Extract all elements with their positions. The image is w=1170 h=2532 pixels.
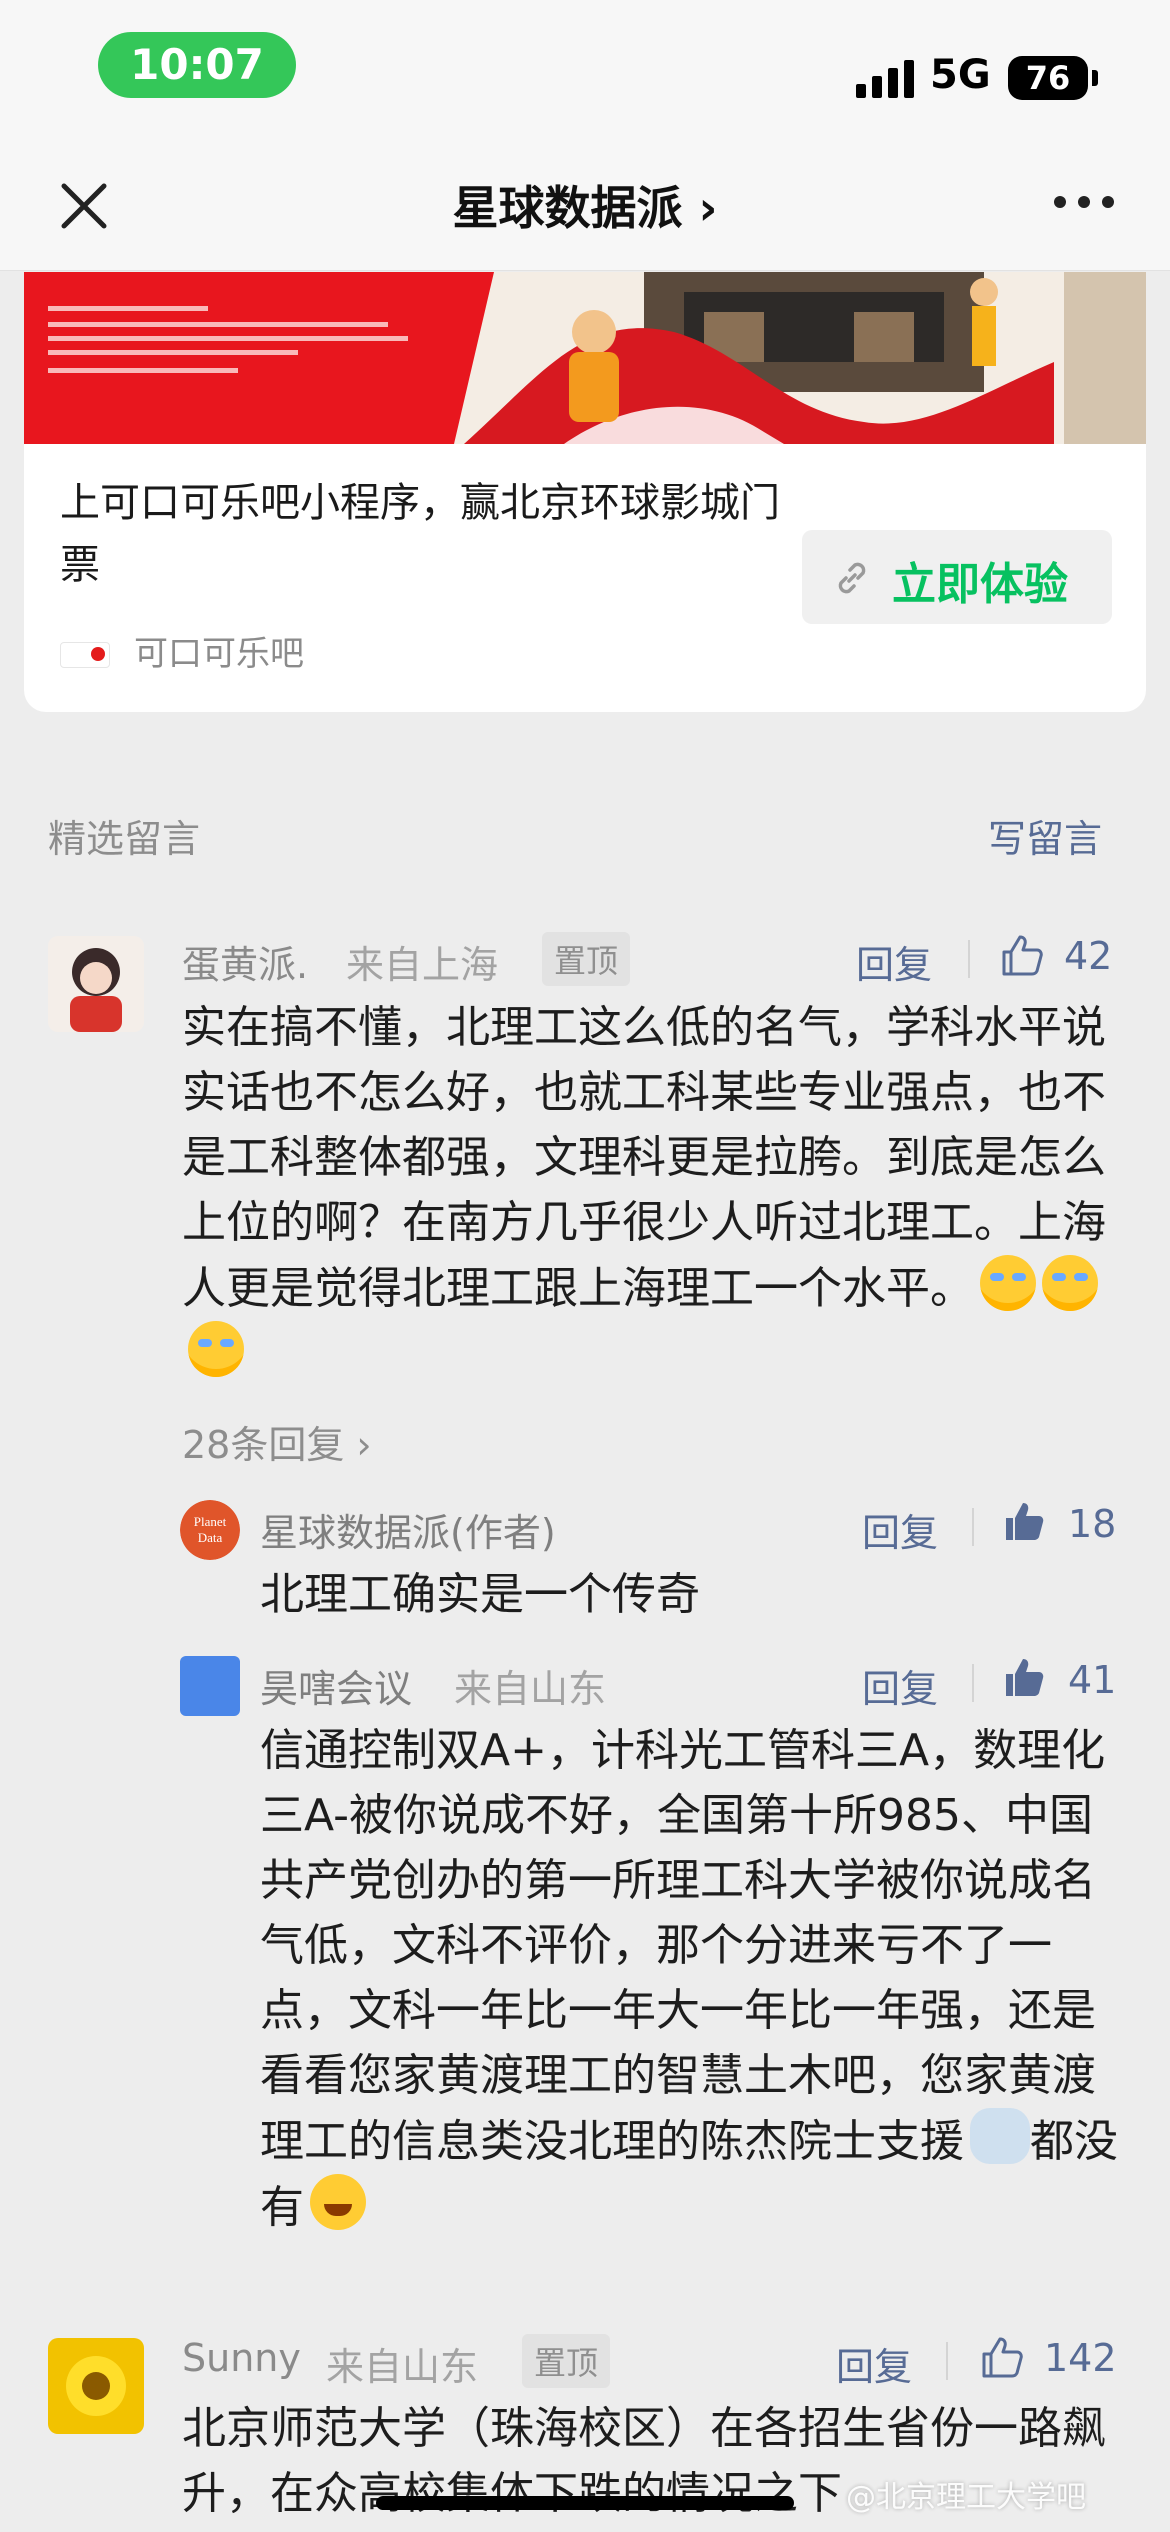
reply-author[interactable]: 星球数据派(作者)	[260, 1502, 556, 1557]
reply-button[interactable]: 回复	[836, 2336, 912, 2391]
author-avatar[interactable]: Planet Data	[180, 1500, 240, 1560]
divider	[972, 1508, 974, 1546]
comment-author[interactable]: 蛋黄派.	[182, 934, 308, 989]
ad-cta-label: 立即体验	[892, 559, 1068, 610]
like-count: 18	[1068, 1502, 1117, 1546]
reply-button[interactable]: 回复	[856, 934, 932, 989]
svg-text:Planet: Planet	[194, 1514, 227, 1529]
like-count: 41	[1068, 1658, 1117, 1702]
ad-banner-image[interactable]	[24, 272, 1146, 444]
reply-text: 信通控制双A+，计科光工管科三A，数理化三A-被你说成不好，全国第十所985、中…	[260, 1725, 1118, 2233]
reply-button[interactable]: 回复	[862, 1502, 938, 1557]
coca-cola-logo-icon	[60, 642, 110, 668]
write-comment-button[interactable]: 写留言	[988, 808, 1102, 863]
battery-tip	[1092, 70, 1098, 86]
reply-button[interactable]: 回复	[862, 1658, 938, 1713]
divider	[946, 2342, 948, 2380]
comment-text: 实在搞不懂，北理工这么低的名气，学科水平说实话也不怎么好，也就工科某些专业强点，…	[182, 995, 1112, 1387]
dash-emoji-icon	[970, 2108, 1030, 2164]
crying-laughing-emoji-icon	[188, 1321, 244, 1377]
home-indicator[interactable]	[376, 2496, 794, 2510]
grinning-emoji-icon	[310, 2174, 366, 2230]
battery-icon: 76	[1008, 56, 1088, 100]
avatar[interactable]	[48, 936, 144, 1032]
network-type: 5G	[930, 52, 991, 98]
ad-source: 可口可乐吧	[134, 634, 304, 674]
featured-comments-title: 精选留言	[48, 817, 201, 861]
watermark: @北京理工大学吧	[846, 2480, 1086, 2515]
comment-author[interactable]: Sunny	[182, 2336, 301, 2380]
divider	[968, 940, 970, 978]
ad-title[interactable]: 上可口可乐吧小程序，赢北京环球影城门票	[60, 472, 780, 596]
divider	[972, 1664, 974, 1702]
pinned-badge: 置顶	[542, 932, 631, 986]
pinned-badge: 置顶	[522, 2334, 611, 2388]
reply-count-link[interactable]: 28条回复 ›	[182, 1414, 372, 1469]
link-icon	[838, 562, 866, 594]
reply-author[interactable]: 昊嗐会议	[260, 1658, 412, 1713]
comment-origin: 来自上海	[346, 943, 499, 987]
thumbs-up-filled-icon[interactable]	[1000, 1654, 1048, 1702]
comment-origin: 来自山东	[326, 2345, 479, 2389]
account-title[interactable]: 星球数据派 ›	[0, 172, 1170, 238]
svg-text:Data: Data	[198, 1530, 223, 1545]
status-time: 10:07	[98, 32, 296, 98]
signal-icon	[856, 58, 916, 98]
thumbs-up-icon[interactable]	[998, 932, 1046, 980]
like-count: 142	[1044, 2336, 1117, 2380]
crying-laughing-emoji-icon	[1042, 1255, 1098, 1311]
thumbs-up-icon[interactable]	[978, 2334, 1026, 2382]
reply-text: 北理工确实是一个传奇	[260, 1569, 700, 1620]
like-count: 42	[1064, 934, 1113, 978]
reply-origin: 来自山东	[454, 1667, 607, 1711]
crying-laughing-emoji-icon	[980, 1255, 1036, 1311]
more-icon[interactable]	[1054, 196, 1114, 216]
ad-card[interactable]: 上可口可乐吧小程序，赢北京环球影城门票 立即体验 可口可乐吧	[24, 272, 1146, 712]
ad-cta-button[interactable]: 立即体验	[802, 530, 1112, 624]
reply-avatar[interactable]	[180, 1656, 240, 1716]
avatar[interactable]	[48, 2338, 144, 2434]
thumbs-up-filled-icon[interactable]	[1000, 1498, 1048, 1546]
